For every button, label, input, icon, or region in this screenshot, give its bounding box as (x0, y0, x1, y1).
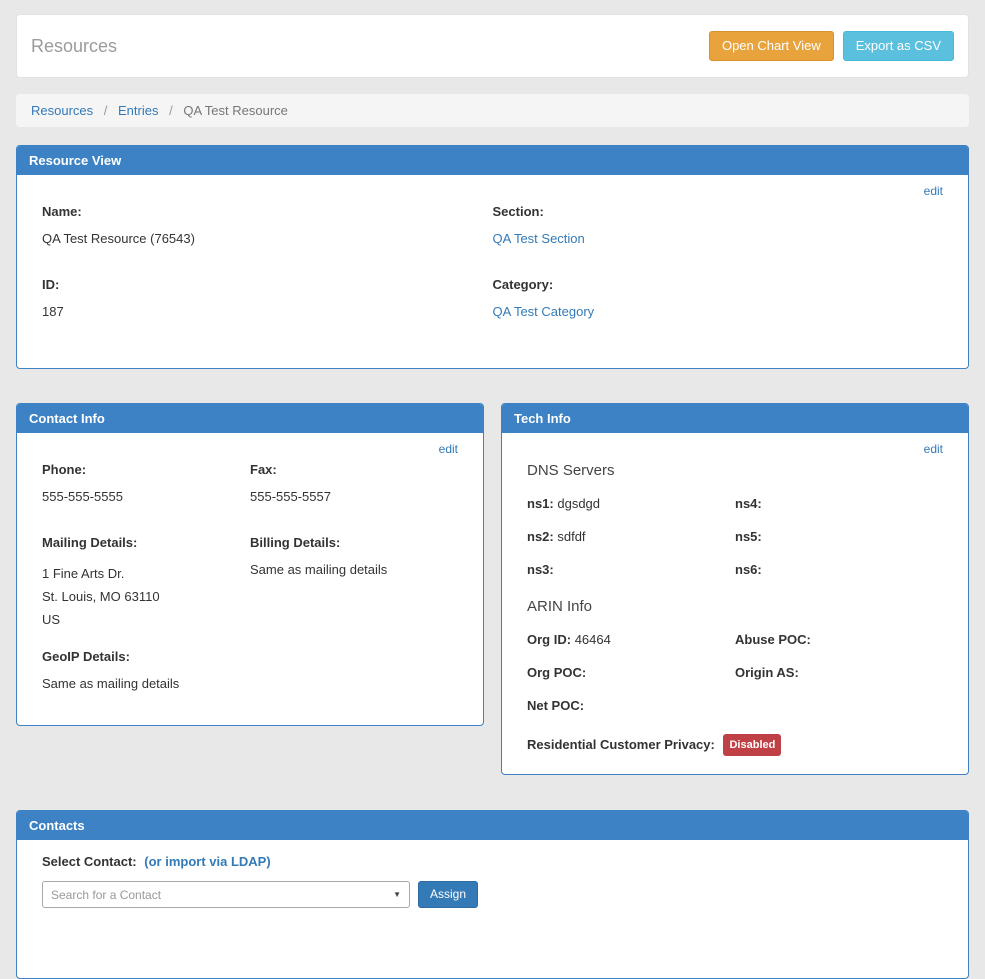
geoip-details-value: Same as mailing details (42, 676, 250, 692)
resource-name-field: Name: QA Test Resource (76543) (42, 204, 493, 266)
mailing-details-field: Mailing Details: 1 Fine Arts Dr. St. Lou… (42, 535, 250, 631)
origin-as-field: Origin AS: (735, 664, 943, 682)
ns5-field: ns5: (735, 528, 943, 546)
mailing-line-2: St. Louis, MO 63110 (42, 585, 250, 608)
abuse-poc-field: Abuse POC: (735, 631, 943, 649)
contacts-panel: Contacts Select Contact: (or import via … (16, 810, 969, 979)
org-id-value: 46464 (575, 632, 611, 647)
ns6-field: ns6: (735, 561, 943, 579)
fax-label: Fax: (250, 462, 458, 478)
resource-section-field: Section: QA Test Section (493, 204, 944, 266)
privacy-status-badge: Disabled (723, 734, 781, 756)
id-value: 187 (42, 304, 493, 320)
org-poc-field: Org POC: (527, 664, 735, 682)
tech-info-panel: Tech Info edit DNS Servers ns1: dgsdgd n… (501, 403, 969, 775)
breadcrumb-resources-link[interactable]: Resources (31, 103, 93, 118)
header-buttons: Open Chart View Export as CSV (709, 31, 954, 61)
select-contact-label: Select Contact: (42, 854, 137, 869)
billing-details-field: Billing Details: Same as mailing details (250, 535, 458, 631)
arin-grid: Org ID: 46464 Abuse POC: Org POC: Origin… (527, 631, 943, 730)
open-chart-view-button[interactable]: Open Chart View (709, 31, 834, 61)
ns2-value: sdfdf (557, 529, 585, 544)
net-poc-field: Net POC: (527, 697, 735, 715)
resource-id-field: ID: 187 (42, 277, 493, 339)
fax-field: Fax: 555-555-5557 (250, 462, 458, 524)
resource-view-header: Resource View (17, 146, 968, 175)
ns4-field: ns4: (735, 495, 943, 513)
arin-info-heading: ARIN Info (527, 598, 943, 615)
phone-label: Phone: (42, 462, 250, 478)
contact-info-panel: Contact Info edit Phone: 555-555-5555 Fa… (16, 403, 484, 726)
billing-details-value: Same as mailing details (250, 562, 458, 578)
mailing-details-label: Mailing Details: (42, 535, 250, 551)
ns3-field: ns3: (527, 561, 735, 579)
breadcrumb-separator: / (169, 103, 173, 118)
name-value: QA Test Resource (76543) (42, 231, 493, 247)
tech-info-edit-link[interactable]: edit (924, 442, 943, 456)
breadcrumb-separator: / (104, 103, 108, 118)
org-id-field: Org ID: 46464 (527, 631, 735, 649)
ns1-field: ns1: dgsdgd (527, 495, 735, 513)
ldap-import-link[interactable]: (or import via LDAP) (144, 854, 270, 869)
resource-view-panel: Resource View edit Name: QA Test Resourc… (16, 145, 969, 369)
page-title: Resources (31, 36, 117, 57)
mailing-line-3: US (42, 608, 250, 631)
section-label: Section: (493, 204, 944, 220)
breadcrumb-current: QA Test Resource (183, 103, 288, 118)
dns-servers-heading: DNS Servers (527, 462, 943, 479)
mailing-line-1: 1 Fine Arts Dr. (42, 562, 250, 585)
resource-category-field: Category: QA Test Category (493, 277, 944, 339)
residential-privacy-field: Residential Customer Privacy: Disabled (527, 734, 943, 756)
page: Resources Open Chart View Export as CSV … (0, 0, 985, 979)
contact-select[interactable]: Search for a Contact ▼ (42, 881, 410, 908)
section-link[interactable]: QA Test Section (493, 231, 585, 246)
resource-view-edit-link[interactable]: edit (924, 184, 943, 198)
geoip-details-field: GeoIP Details: Same as mailing details (42, 642, 250, 696)
contacts-header: Contacts (17, 811, 968, 840)
resource-view-body: edit Name: QA Test Resource (76543) Sect… (17, 175, 968, 368)
page-header-panel: Resources Open Chart View Export as CSV (16, 14, 969, 78)
contact-info-header: Contact Info (17, 404, 483, 433)
category-label: Category: (493, 277, 944, 293)
residential-privacy-label: Residential Customer Privacy: (527, 737, 715, 752)
phone-value: 555-555-5555 (42, 489, 250, 505)
fax-value: 555-555-5557 (250, 489, 458, 505)
caret-down-icon: ▼ (393, 890, 401, 899)
id-label: ID: (42, 277, 493, 293)
assign-button[interactable]: Assign (418, 881, 478, 908)
ns1-value: dgsdgd (557, 496, 600, 511)
tech-info-header: Tech Info (502, 404, 968, 433)
geoip-details-label: GeoIP Details: (42, 649, 250, 665)
dns-grid: ns1: dgsdgd ns4: ns2: sdfdf ns5: (527, 495, 943, 594)
contact-info-edit-link[interactable]: edit (439, 442, 458, 456)
contact-select-placeholder: Search for a Contact (51, 888, 161, 902)
phone-field: Phone: 555-555-5555 (42, 462, 250, 524)
name-label: Name: (42, 204, 493, 220)
ns2-field: ns2: sdfdf (527, 528, 735, 546)
category-link[interactable]: QA Test Category (493, 304, 595, 319)
export-csv-button[interactable]: Export as CSV (843, 31, 954, 61)
breadcrumb-entries-link[interactable]: Entries (118, 103, 158, 118)
breadcrumb: Resources / Entries / QA Test Resource (16, 94, 969, 127)
info-row: Contact Info edit Phone: 555-555-5555 Fa… (16, 403, 969, 775)
billing-details-label: Billing Details: (250, 535, 458, 551)
